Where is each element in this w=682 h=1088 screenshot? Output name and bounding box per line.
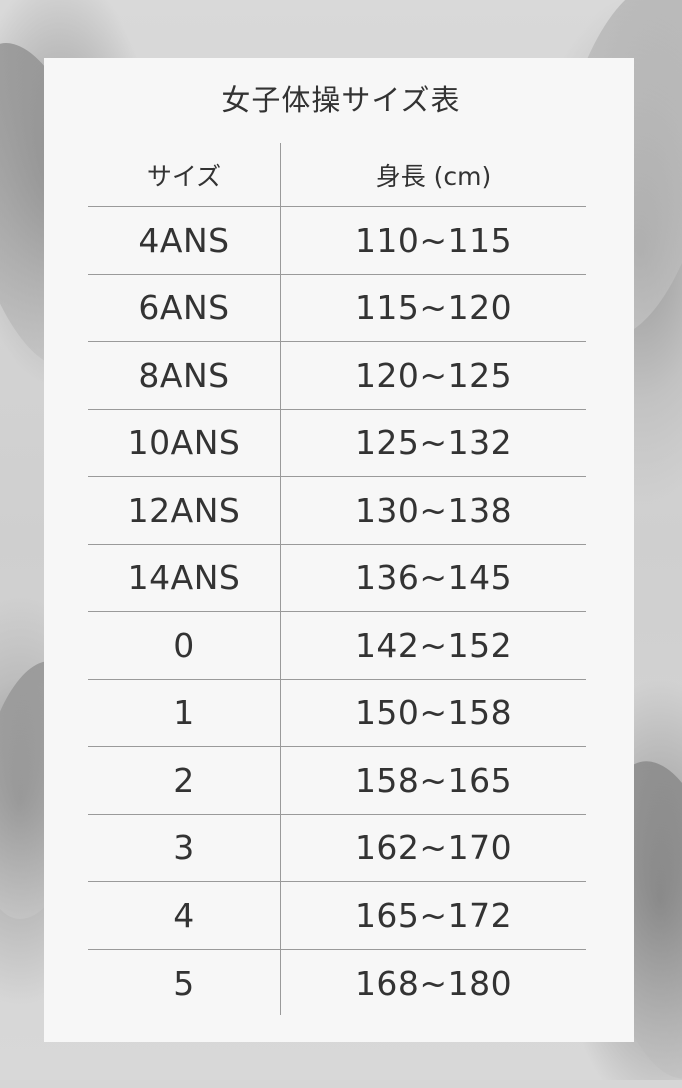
table-header-row: サイズ 身長 (cm) xyxy=(88,143,586,207)
size-cell: 6ANS xyxy=(138,288,230,328)
height-cell: 150~158 xyxy=(354,693,513,733)
size-cell: 10ANS xyxy=(127,423,241,463)
height-cell: 165~172 xyxy=(354,895,513,935)
height-cell: 158~165 xyxy=(354,760,513,800)
table-row: 1 150~158 xyxy=(88,680,586,747)
height-cell: 115~120 xyxy=(354,288,513,328)
table-row: 6ANS 115~120 xyxy=(88,275,586,342)
table-row: 5 168~180 xyxy=(88,950,586,1018)
size-cell: 4ANS xyxy=(138,220,230,260)
chart-title: 女子体操サイズ表 xyxy=(221,83,461,117)
height-cell: 168~180 xyxy=(354,963,513,1003)
size-cell: 4 xyxy=(173,895,195,935)
table-row: 8ANS 120~125 xyxy=(88,342,586,410)
table-row: 3 162~170 xyxy=(88,815,586,882)
table-row: 14ANS 136~145 xyxy=(88,545,586,612)
table-row: 2 158~165 xyxy=(88,747,586,815)
header-height: 身長 (cm) xyxy=(375,161,492,191)
height-cell: 120~125 xyxy=(354,355,513,395)
header-size: サイズ xyxy=(146,161,222,191)
size-table: サイズ 身長 (cm) 4ANS 110~115 6ANS 115~120 8A… xyxy=(88,143,586,1017)
size-cell: 12ANS xyxy=(127,490,241,530)
size-cell: 3 xyxy=(173,828,195,868)
table-row: 12ANS 130~138 xyxy=(88,477,586,545)
size-cell: 1 xyxy=(173,693,195,733)
height-cell: 162~170 xyxy=(354,828,513,868)
height-cell: 125~132 xyxy=(354,423,513,463)
size-cell: 8ANS xyxy=(138,355,230,395)
height-cell: 130~138 xyxy=(354,490,513,530)
table-row: 10ANS 125~132 xyxy=(88,410,586,477)
size-cell: 14ANS xyxy=(127,558,241,598)
size-cell: 5 xyxy=(173,963,195,1003)
size-cell: 2 xyxy=(173,760,195,800)
height-cell: 110~115 xyxy=(354,220,513,260)
table-row: 0 142~152 xyxy=(88,612,586,680)
height-cell: 142~152 xyxy=(354,625,513,665)
table-row: 4ANS 110~115 xyxy=(88,207,586,275)
size-cell: 0 xyxy=(173,625,195,665)
table-row: 4 165~172 xyxy=(88,882,586,950)
height-cell: 136~145 xyxy=(354,558,513,598)
